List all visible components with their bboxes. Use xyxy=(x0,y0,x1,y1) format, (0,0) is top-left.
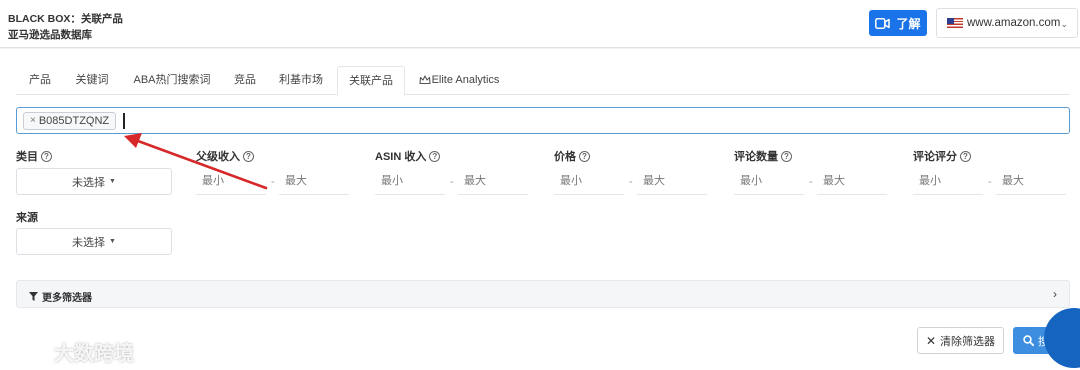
more-filters-label: 更多筛选器 xyxy=(29,289,92,304)
help-icon[interactable]: ? xyxy=(960,150,971,162)
tab-label: 利基市场 xyxy=(279,74,323,86)
page-title: BLACK BOX：关联产品 xyxy=(8,13,123,25)
review-rating-max-input[interactable]: 最大 xyxy=(996,168,1066,195)
price-label: 价格? xyxy=(554,148,590,164)
tab-label: 竞品 xyxy=(234,74,256,86)
learn-label: 了解 xyxy=(896,16,921,31)
range-separator: - xyxy=(271,176,275,188)
review-rating-label: 评论评分? xyxy=(913,148,971,164)
parent-revenue-max-input[interactable]: 最大 xyxy=(279,168,349,195)
app: BLACK BOX：关联产品 亚马逊选品数据库 了解 www.amazon.co… xyxy=(0,0,1080,370)
parent-revenue-label: 父级收入? xyxy=(196,148,254,164)
parent-revenue-min-input[interactable]: 最小 xyxy=(196,168,266,195)
watermark: 大数跨境 xyxy=(8,337,134,366)
watermark-logo-icon xyxy=(9,342,47,361)
tab-aba-search-terms[interactable]: ABA热门搜索词 xyxy=(122,66,222,95)
category-select[interactable]: 未选择 ▼ xyxy=(16,168,172,195)
label-text: 类目 xyxy=(16,151,38,163)
tab-related-products[interactable]: 关联产品 xyxy=(337,66,405,96)
source-label: 来源 xyxy=(16,209,38,225)
asin-chip[interactable]: × B085DTZQNZ xyxy=(23,112,117,130)
category-label: 类目? xyxy=(16,148,52,164)
asin-input[interactable]: × B085DTZQNZ xyxy=(16,107,1070,134)
help-icon[interactable]: ? xyxy=(781,150,792,162)
tab-niche-market[interactable]: 利基市场 xyxy=(270,66,332,95)
select-value: 未选择 xyxy=(72,176,106,189)
label-text: 评论数量 xyxy=(734,151,778,163)
caret-down-icon: ▼ xyxy=(109,238,116,245)
label-text: 来源 xyxy=(16,212,38,224)
tab-products[interactable]: 产品 xyxy=(16,66,64,95)
label-text: 评论评分 xyxy=(913,151,957,163)
us-flag-icon xyxy=(947,18,963,28)
tab-label: 关键词 xyxy=(75,74,109,86)
review-count-label: 评论数量? xyxy=(734,148,792,164)
clear-label: 清除筛选器 xyxy=(940,335,996,348)
text-cursor xyxy=(123,113,125,129)
video-icon xyxy=(875,17,891,29)
help-icon[interactable]: ? xyxy=(579,150,590,162)
tab-bar: 产品 关键词 ABA热门搜索词 竞品 利基市场 关联产品 Elite Analy… xyxy=(16,66,1070,96)
close-icon: ✕ xyxy=(925,333,937,348)
page-subtitle: 亚马逊选品数据库 xyxy=(8,29,92,41)
price-max-input[interactable]: 最大 xyxy=(637,168,707,195)
tab-competitors[interactable]: 竞品 xyxy=(226,66,264,95)
app-header: BLACK BOX：关联产品 亚马逊选品数据库 了解 www.amazon.co… xyxy=(0,0,1080,48)
range-separator: - xyxy=(809,176,813,188)
label-text: 父级收入 xyxy=(196,151,240,163)
select-value: 未选择 xyxy=(72,236,106,249)
crown-icon xyxy=(419,75,431,85)
review-rating-min-input[interactable]: 最小 xyxy=(913,168,983,195)
watermark-text: 大数跨境 xyxy=(54,343,134,365)
tab-label: Elite Analytics xyxy=(431,74,500,86)
asin-chip-label: B085DTZQNZ xyxy=(38,115,110,127)
caret-down-icon: ▼ xyxy=(109,178,116,185)
range-separator: - xyxy=(450,176,454,188)
more-filters-toggle[interactable]: 更多筛选器 › xyxy=(16,280,1070,308)
help-icon[interactable]: ? xyxy=(429,150,441,162)
tab-label: ABA热门搜索词 xyxy=(133,74,211,86)
clear-filters-button[interactable]: ✕ 清除筛选器 xyxy=(917,327,1004,354)
range-separator: - xyxy=(988,176,992,188)
asin-revenue-min-input[interactable]: 最小 xyxy=(375,168,445,195)
marketplace-value: www.amazon.com xyxy=(967,17,1061,29)
help-icon[interactable]: ? xyxy=(243,150,254,162)
tab-label: 关联产品 xyxy=(349,75,393,87)
chip-remove-icon[interactable]: × xyxy=(30,113,36,129)
search-icon xyxy=(1023,335,1034,346)
filter-icon xyxy=(29,292,38,301)
review-count-max-input[interactable]: 最大 xyxy=(817,168,887,195)
range-separator: - xyxy=(629,176,633,188)
help-icon[interactable]: ? xyxy=(41,150,52,162)
chevron-down-icon: ⌄ xyxy=(1060,19,1068,29)
chevron-right-icon: › xyxy=(1053,287,1057,301)
label-text: 价格 xyxy=(554,151,576,163)
tab-label: 产品 xyxy=(29,74,51,86)
asin-revenue-label: ASIN 收入? xyxy=(375,148,441,164)
marketplace-select[interactable]: www.amazon.com ⌄ xyxy=(936,8,1078,38)
asin-revenue-max-input[interactable]: 最大 xyxy=(458,168,528,195)
tab-elite-analytics[interactable]: Elite Analytics xyxy=(412,66,506,95)
filter-panel: 产品 关键词 ABA热门搜索词 竞品 利基市场 关联产品 Elite Analy… xyxy=(0,49,1080,370)
label-text: ASIN 收入 xyxy=(375,151,427,163)
source-select[interactable]: 未选择 ▼ xyxy=(16,228,172,255)
tab-keywords[interactable]: 关键词 xyxy=(66,66,118,95)
more-filters-text: 更多筛选器 xyxy=(42,293,92,304)
price-min-input[interactable]: 最小 xyxy=(554,168,624,195)
review-count-min-input[interactable]: 最小 xyxy=(734,168,804,195)
learn-button[interactable]: 了解 xyxy=(869,10,927,36)
